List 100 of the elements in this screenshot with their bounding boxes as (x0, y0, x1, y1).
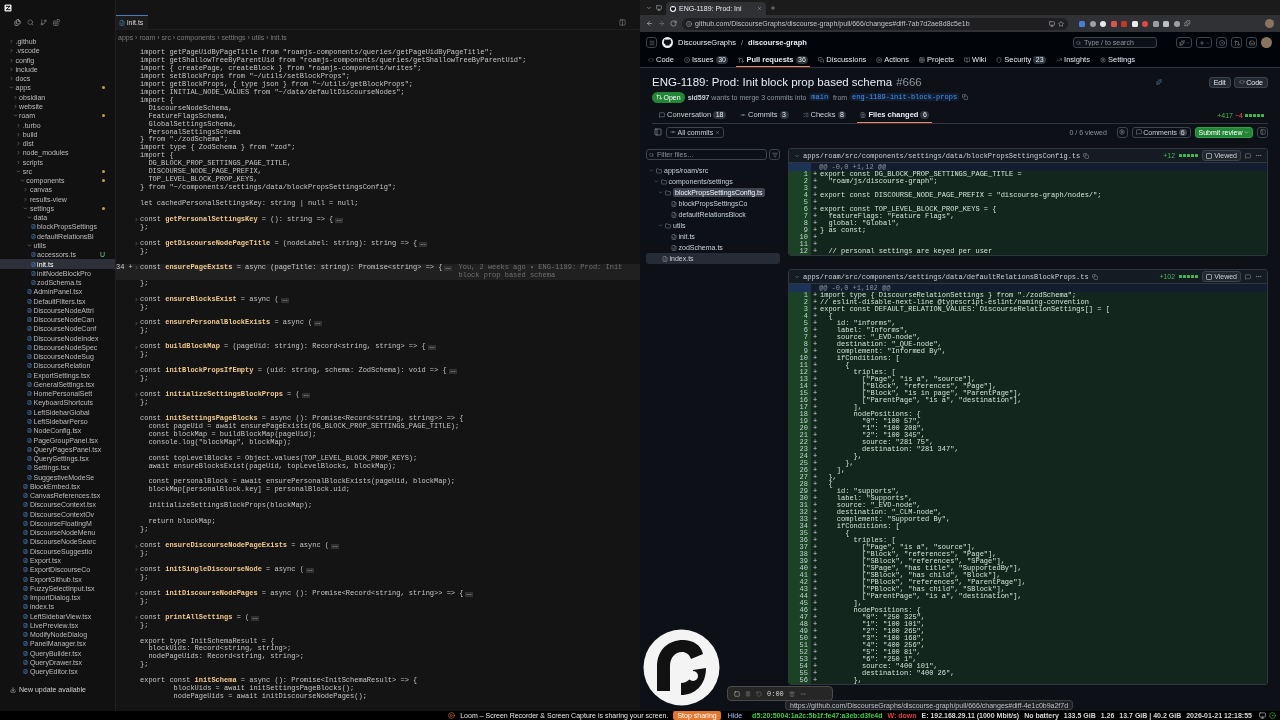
avatar-icon[interactable] (1265, 19, 1274, 28)
monitor-icon[interactable] (1259, 712, 1266, 719)
folder-icon (656, 167, 662, 174)
folder-icon (665, 222, 671, 229)
file-icon (27, 344, 32, 350)
diffstat-bar-icon (1179, 275, 1199, 278)
fold-chevron-icon[interactable] (134, 241, 139, 247)
close-icon[interactable] (757, 6, 762, 11)
issues-button[interactable] (1216, 37, 1227, 48)
diffstat-bar-icon (1179, 154, 1199, 157)
comment-icon[interactable] (1245, 273, 1251, 280)
checkbox-icon[interactable] (1206, 273, 1213, 280)
menu-button[interactable] (646, 37, 657, 48)
fold-ellipsis-icon[interactable] (335, 218, 344, 223)
fold-chevron-icon[interactable] (134, 320, 139, 326)
file-icon (23, 567, 29, 573)
settings-button[interactable] (1116, 126, 1128, 138)
fold-chevron-icon[interactable] (134, 217, 139, 223)
create-button[interactable] (1196, 37, 1212, 48)
file-icon (23, 669, 29, 675)
copy-icon[interactable] (1091, 273, 1098, 280)
trash-icon[interactable] (788, 690, 795, 697)
fold-chevron-icon[interactable] (134, 615, 139, 621)
restart-icon[interactable] (756, 690, 762, 697)
fold-chevron-icon[interactable] (134, 543, 139, 549)
table-icon (918, 56, 925, 63)
copy-icon[interactable] (962, 94, 969, 100)
folder-icon (660, 178, 667, 185)
sparkle-icon[interactable] (1155, 79, 1162, 85)
file-icon (23, 493, 29, 499)
fold-ellipsis-icon[interactable] (314, 321, 323, 327)
forward-icon[interactable] (658, 20, 665, 27)
settings-icon (1119, 129, 1126, 135)
pause-icon[interactable] (745, 690, 751, 697)
file-icon (27, 307, 32, 313)
checkbox-icon[interactable] (1206, 152, 1213, 159)
info-icon (686, 20, 692, 27)
fold-chevron-icon[interactable] (134, 297, 139, 302)
reload-icon[interactable] (670, 20, 677, 27)
copy-icon[interactable] (1083, 152, 1090, 159)
fold-ellipsis-icon[interactable] (251, 615, 260, 621)
file-icon (30, 280, 36, 286)
fold-ellipsis-icon[interactable] (427, 345, 436, 351)
puzzle-icon[interactable] (1184, 20, 1191, 27)
sparkle-icon (1178, 39, 1185, 46)
avatar-icon[interactable] (1261, 37, 1272, 48)
back-icon[interactable] (646, 20, 653, 27)
circle-dot-icon (1218, 39, 1225, 46)
star-icon[interactable] (1058, 20, 1064, 27)
comment-icon[interactable] (1245, 152, 1251, 159)
comment-icon (659, 111, 665, 118)
file-icon (23, 604, 29, 610)
assistant-button[interactable] (1176, 37, 1192, 48)
inbox-button[interactable] (1246, 37, 1257, 48)
fold-ellipsis-icon[interactable] (444, 265, 453, 271)
tab-list-icon[interactable] (646, 4, 652, 11)
logo-icon[interactable] (662, 37, 673, 48)
fold-chevron-icon[interactable] (134, 265, 139, 271)
file-icon (27, 446, 32, 452)
layout-button[interactable] (1257, 126, 1268, 138)
search-icon[interactable] (27, 18, 34, 26)
new-tab-icon[interactable] (770, 4, 776, 11)
fold-chevron-icon[interactable] (134, 567, 139, 573)
fold-ellipsis-icon[interactable] (331, 544, 340, 550)
fold-chevron-icon[interactable] (134, 591, 139, 597)
search-icon (649, 152, 654, 157)
file-icon (23, 511, 29, 517)
screen-icon[interactable] (656, 4, 662, 11)
file-icon (23, 548, 29, 554)
screen-icon[interactable] (1049, 20, 1055, 27)
fold-chevron-icon[interactable] (134, 344, 139, 350)
stop-icon[interactable] (734, 690, 740, 697)
file-icon (30, 233, 36, 239)
chevron-icon[interactable] (794, 273, 800, 280)
fold-ellipsis-icon[interactable] (280, 297, 289, 303)
fold-chevron-icon[interactable] (134, 392, 139, 398)
file-icon (23, 585, 29, 591)
file-icon (23, 576, 29, 582)
file-icon (23, 595, 29, 601)
split-editor-icon[interactable] (619, 18, 626, 26)
caret-icon (1244, 129, 1249, 135)
sidebar-toggle-icon[interactable] (654, 128, 662, 136)
fold-ellipsis-icon[interactable] (419, 241, 428, 247)
fold-ellipsis-icon[interactable] (448, 369, 457, 375)
branch-icon[interactable] (40, 18, 47, 26)
filter-button[interactable] (769, 149, 780, 160)
fold-chevron-icon[interactable] (134, 368, 139, 374)
chevron-icon[interactable] (794, 152, 800, 159)
files-icon[interactable] (14, 18, 21, 26)
more-icon[interactable] (799, 690, 806, 697)
pull-requests-button[interactable] (1231, 37, 1242, 48)
blocks-icon[interactable] (53, 18, 60, 26)
fold-ellipsis-icon[interactable] (465, 591, 474, 597)
circle-dot-icon[interactable] (1269, 712, 1276, 719)
file-icon (30, 252, 36, 258)
file-icon (23, 558, 29, 563)
file-icon (27, 298, 32, 304)
fold-ellipsis-icon[interactable] (301, 393, 310, 398)
fold-ellipsis-icon[interactable] (305, 567, 314, 573)
file-icon (661, 255, 668, 262)
